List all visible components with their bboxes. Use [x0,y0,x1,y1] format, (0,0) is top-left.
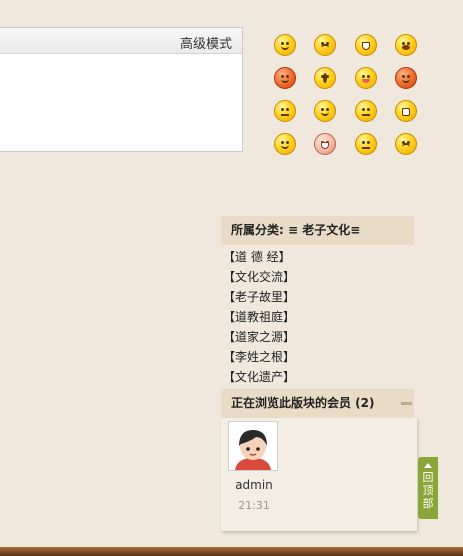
post-editor: 高级模式 [0,27,243,152]
members-panel: admin 21:31 [221,418,417,531]
category-link[interactable]: 【文化交流】 [223,270,295,284]
members-title: 正在浏览此版块的会员 (2) [231,396,375,410]
sad-icon[interactable] [314,34,336,56]
member-time: 21:31 [238,499,270,512]
titter-icon[interactable] [314,133,336,155]
category-list: 【道 德 经】 【文化交流】 【老子故里】 【道教祖庭】 【道家之源】 【李姓之… [223,248,295,388]
editor-toolbar: 高级模式 [0,28,242,54]
user-avatar-icon [229,422,277,470]
category-link[interactable]: 【道教祖庭】 [223,310,295,324]
angry-icon[interactable] [274,67,296,89]
category-link[interactable]: 【文化遗产】 [223,370,295,384]
category-link[interactable]: 【道家之源】 [223,330,295,344]
biggrin-icon[interactable] [355,34,377,56]
category-link[interactable]: 【李姓之根】 [223,350,295,364]
wink-icon[interactable] [395,67,417,89]
members-header: 正在浏览此版块的会员 (2) [221,389,414,418]
back-to-top-button[interactable]: 回顶部 [418,457,438,519]
mad-icon[interactable] [395,133,417,155]
member-name-link[interactable]: admin [221,478,287,492]
huffy-icon[interactable] [355,100,377,122]
category-link[interactable]: 【道 德 经】 [223,250,291,264]
surprised-icon[interactable] [314,67,336,89]
thinking-icon[interactable] [274,100,296,122]
list-item: 【文化遗产】 [223,368,295,388]
arrow-up-icon [424,463,432,468]
category-link[interactable]: 【老子故里】 [223,290,295,304]
smiley-panel [269,30,429,160]
tongue-icon[interactable] [355,67,377,89]
advanced-mode-link[interactable]: 高级模式 [180,33,232,52]
collapse-icon[interactable] [401,402,412,405]
list-item: 【老子故里】 [223,288,295,308]
grin-icon[interactable] [395,100,417,122]
editor-textarea[interactable] [0,54,242,151]
footer-wood-strip [0,547,463,556]
laugh-icon[interactable] [314,100,336,122]
avatar[interactable] [228,421,278,471]
list-item: 【道教祖庭】 [223,308,295,328]
sweat-icon[interactable] [355,133,377,155]
cry-icon[interactable] [395,34,417,56]
list-item: 【李姓之根】 [223,348,295,368]
back-to-top-label: 回顶部 [422,471,434,510]
list-item: 【文化交流】 [223,268,295,288]
shy-icon[interactable] [274,133,296,155]
list-item: 【道家之源】 [223,328,295,348]
list-item: 【道 德 经】 [223,248,295,268]
category-header: 所属分类: ≡ 老子文化≡ [221,216,414,245]
smile-icon[interactable] [274,34,296,56]
